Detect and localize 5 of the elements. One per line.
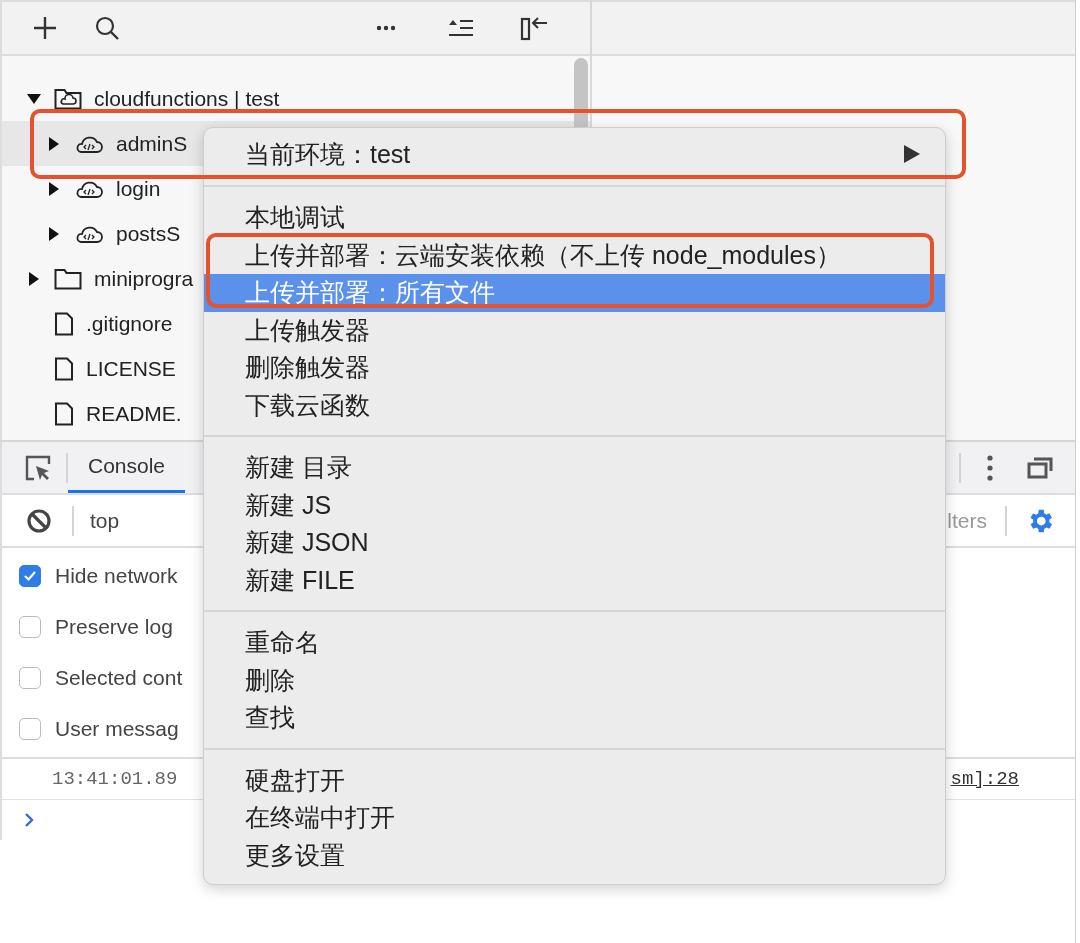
option-label: Preserve log [55, 614, 173, 639]
log-timestamp: 13:41:01.89 [52, 768, 178, 790]
option-label: Selected cont [55, 666, 183, 691]
option-label: Hide network [55, 563, 178, 588]
option-label: User messag [55, 717, 179, 742]
